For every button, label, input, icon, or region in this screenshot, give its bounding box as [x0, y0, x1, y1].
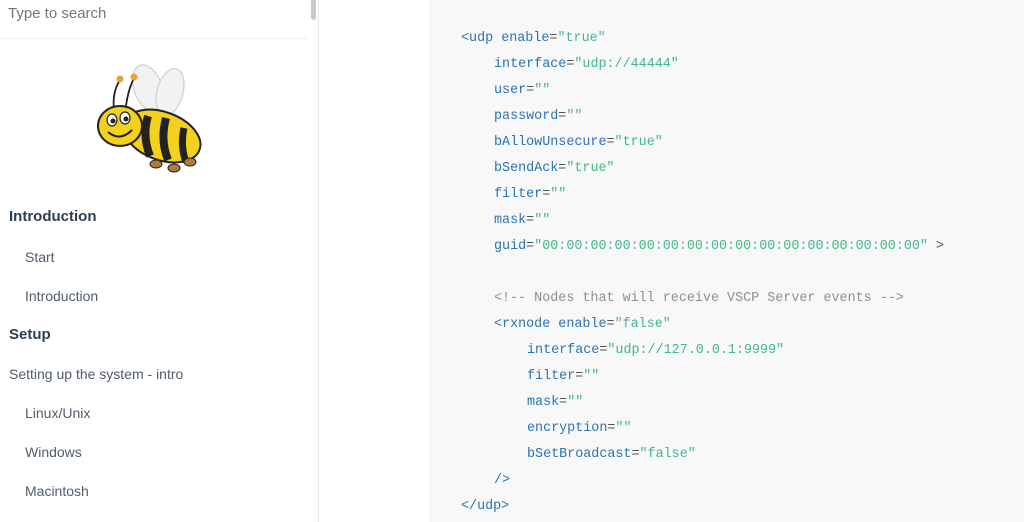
code-token-punc — [493, 31, 501, 46]
code-token-eq: = — [526, 83, 535, 98]
search-bar — [0, 0, 308, 39]
code-line: encryption="" — [527, 420, 631, 438]
code-token-eq: = — [606, 135, 615, 150]
code-line: bSetBroadcast="false" — [527, 446, 696, 464]
code-line: filter="" — [527, 368, 599, 386]
code-token-str: "" — [567, 395, 584, 410]
sidebar-item-macintosh[interactable]: Macintosh — [25, 483, 89, 499]
bee-mascot-icon — [97, 64, 202, 173]
code-block: <udp enable="true" interface="udp://44444… — [429, 0, 1024, 522]
sidebar-item-introduction[interactable]: Introduction — [9, 208, 96, 225]
code-token-str: "" — [583, 369, 600, 384]
code-token-str: "true" — [614, 135, 663, 150]
code-token-attr: mask — [494, 213, 527, 228]
code-line: mask="" — [494, 212, 550, 230]
code-line: password="" — [494, 108, 582, 126]
code-token-str: "" — [534, 83, 551, 98]
code-token-attr: interface — [527, 343, 600, 358]
code-token-str: "" — [550, 187, 567, 202]
code-token-eq: = — [526, 213, 535, 228]
code-line: interface="udp://44444" — [494, 56, 679, 74]
sidebar-item-setting-up-the-system-intro[interactable]: Setting up the system - intro — [9, 366, 183, 382]
code-token-eq: = — [559, 395, 568, 410]
code-token-attr: interface — [494, 57, 567, 72]
code-token-attr: bAllowUnsecure — [494, 135, 607, 150]
code-token-comment: <!-- Nodes that will receive VSCP Server… — [494, 291, 904, 306]
code-token-str: "00:00:00:00:00:00:00:00:00:00:00:00:00:… — [534, 239, 928, 254]
code-line: filter="" — [494, 186, 566, 204]
code-line: guid="00:00:00:00:00:00:00:00:00:00:00:0… — [494, 238, 944, 256]
code-token-tag: </udp> — [461, 499, 510, 514]
code-token-attr: encryption — [527, 421, 608, 436]
code-token-attr: bSetBroadcast — [527, 447, 632, 462]
sidebar-scrollbar[interactable] — [311, 0, 316, 20]
code-token-attr: bSendAck — [494, 161, 559, 176]
code-line: mask="" — [527, 394, 583, 412]
code-line: /> — [494, 472, 510, 490]
code-line: user="" — [494, 82, 550, 100]
code-token-tag: /> — [494, 473, 511, 488]
code-token-str: "" — [566, 109, 583, 124]
code-token-attr: filter — [527, 369, 576, 384]
code-token-eq: = — [526, 239, 535, 254]
sidebar-item-linux-unix[interactable]: Linux/Unix — [25, 405, 90, 421]
code-token-attr: enable — [501, 31, 550, 46]
code-token-punc: > — [927, 239, 945, 254]
code-token-attr: enable — [558, 317, 607, 332]
sidebar-item-windows[interactable]: Windows — [25, 444, 82, 460]
code-token-attr: password — [494, 109, 559, 124]
code-token-str: "true" — [557, 31, 606, 46]
main-content: <udp enable="true" interface="udp://44444… — [319, 0, 1024, 522]
code-line: </udp> — [461, 498, 509, 516]
code-line: interface="udp://127.0.0.1:9999" — [527, 342, 784, 360]
code-token-attr: user — [494, 83, 527, 98]
code-line: <udp enable="true" — [461, 30, 606, 48]
code-token-str: "" — [534, 213, 551, 228]
sidebar-item-start[interactable]: Start — [25, 249, 55, 265]
code-token-str: "true" — [566, 161, 615, 176]
code-token-str: "false" — [639, 447, 696, 462]
code-line: bSendAck="true" — [494, 160, 615, 178]
sidebar: Introduction Start Introduction Setup Settin… — [0, 0, 319, 522]
code-token-eq: = — [631, 447, 640, 462]
code-token-attr: mask — [527, 395, 560, 410]
sidebar-item-introduction[interactable]: Introduction — [25, 288, 98, 304]
code-token-tag: <rxnode — [494, 317, 551, 332]
code-token-str: "" — [615, 421, 632, 436]
code-token-str: "udp://44444" — [574, 57, 679, 72]
code-token-attr: filter — [494, 187, 543, 202]
code-line: bAllowUnsecure="true" — [494, 134, 663, 152]
code-token-tag: <udp — [461, 31, 494, 46]
code-token-str: "udp://127.0.0.1:9999" — [607, 343, 785, 358]
code-token-str: "false" — [614, 317, 671, 332]
code-line: <rxnode enable="false" — [494, 316, 671, 334]
code-line: <!-- Nodes that will receive VSCP Server… — [494, 290, 904, 308]
search-input[interactable] — [0, 0, 308, 26]
sidebar-item-setup[interactable]: Setup — [9, 326, 51, 343]
code-token-attr: guid — [494, 239, 527, 254]
code-token-eq: = — [606, 317, 615, 332]
